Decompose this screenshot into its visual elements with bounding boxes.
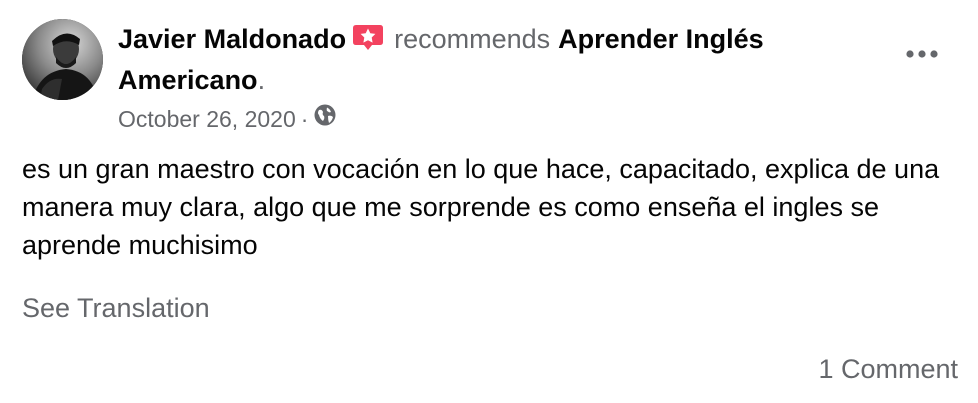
avatar[interactable] bbox=[22, 19, 103, 100]
recommends-label: recommends bbox=[394, 24, 551, 54]
globe-icon[interactable] bbox=[313, 103, 337, 134]
headline-period: . bbox=[257, 65, 266, 95]
post-date[interactable]: October 26, 2020 bbox=[118, 104, 296, 134]
recommendation-star-icon bbox=[352, 23, 384, 61]
post-meta: October 26, 2020 · bbox=[118, 103, 878, 134]
post-body: es un gran maestro con vocación en lo qu… bbox=[22, 154, 940, 260]
author-name[interactable]: Javier Maldonado bbox=[118, 24, 346, 54]
meta-separator: · bbox=[300, 105, 309, 132]
headline: Javier Maldonado recommends Aprender Inglé… bbox=[118, 20, 878, 99]
post-header: Javier Maldonado recommends Aprender Inglé… bbox=[118, 20, 878, 134]
more-options-icon bbox=[905, 46, 939, 64]
see-translation-link[interactable]: See Translation bbox=[22, 290, 210, 326]
more-options-button[interactable] bbox=[900, 40, 944, 70]
avatar-photo bbox=[22, 19, 103, 100]
comment-count[interactable]: 1 Comment bbox=[818, 351, 958, 387]
recommendation-post: Javier Maldonado recommends Aprender Inglé… bbox=[0, 0, 978, 403]
